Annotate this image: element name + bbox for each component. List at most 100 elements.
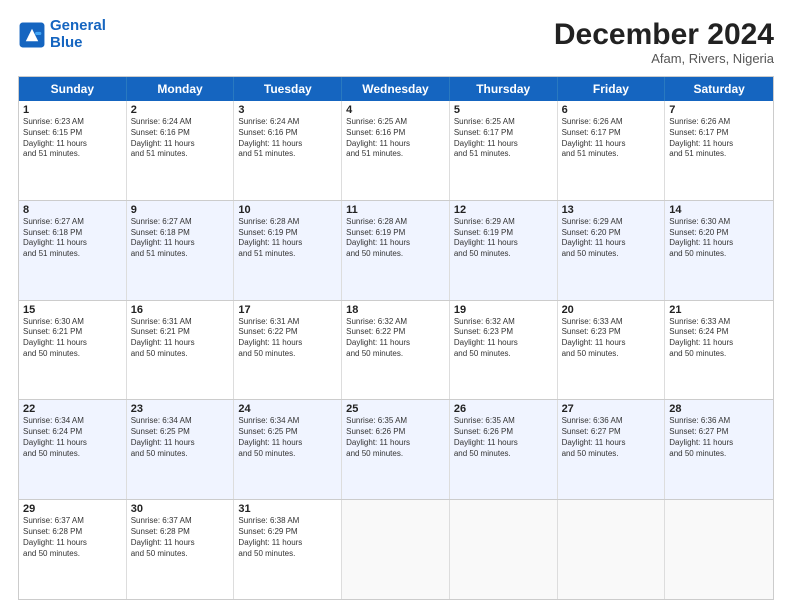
calendar-day-header: Thursday xyxy=(450,77,558,101)
calendar-body: 1Sunrise: 6:23 AM Sunset: 6:15 PM Daylig… xyxy=(19,101,773,599)
day-info: Sunrise: 6:26 AM Sunset: 6:17 PM Dayligh… xyxy=(562,117,661,160)
day-info: Sunrise: 6:34 AM Sunset: 6:25 PM Dayligh… xyxy=(238,416,337,459)
day-info: Sunrise: 6:25 AM Sunset: 6:17 PM Dayligh… xyxy=(454,117,553,160)
day-number: 15 xyxy=(23,304,122,316)
calendar-week: 22Sunrise: 6:34 AM Sunset: 6:24 PM Dayli… xyxy=(19,400,773,500)
page-title: December 2024 xyxy=(554,18,774,51)
logo-line1: General xyxy=(50,17,106,34)
calendar-cell: 5Sunrise: 6:25 AM Sunset: 6:17 PM Daylig… xyxy=(450,101,558,200)
day-info: Sunrise: 6:36 AM Sunset: 6:27 PM Dayligh… xyxy=(562,416,661,459)
day-number: 28 xyxy=(669,403,769,415)
day-info: Sunrise: 6:27 AM Sunset: 6:18 PM Dayligh… xyxy=(131,217,230,260)
logo-text: General Blue xyxy=(50,18,106,51)
day-info: Sunrise: 6:25 AM Sunset: 6:16 PM Dayligh… xyxy=(346,117,445,160)
title-block: December 2024 Afam, Rivers, Nigeria xyxy=(554,18,774,66)
day-info: Sunrise: 6:26 AM Sunset: 6:17 PM Dayligh… xyxy=(669,117,769,160)
calendar-day-header: Tuesday xyxy=(234,77,342,101)
day-info: Sunrise: 6:35 AM Sunset: 6:26 PM Dayligh… xyxy=(346,416,445,459)
page-subtitle: Afam, Rivers, Nigeria xyxy=(554,51,774,66)
calendar-cell: 6Sunrise: 6:26 AM Sunset: 6:17 PM Daylig… xyxy=(558,101,666,200)
day-number: 18 xyxy=(346,304,445,316)
day-info: Sunrise: 6:30 AM Sunset: 6:21 PM Dayligh… xyxy=(23,317,122,360)
calendar-cell: 8Sunrise: 6:27 AM Sunset: 6:18 PM Daylig… xyxy=(19,201,127,300)
day-number: 16 xyxy=(131,304,230,316)
header: General Blue December 2024 Afam, Rivers,… xyxy=(18,18,774,66)
calendar-cell: 26Sunrise: 6:35 AM Sunset: 6:26 PM Dayli… xyxy=(450,400,558,499)
day-info: Sunrise: 6:29 AM Sunset: 6:20 PM Dayligh… xyxy=(562,217,661,260)
calendar-cell: 17Sunrise: 6:31 AM Sunset: 6:22 PM Dayli… xyxy=(234,301,342,400)
day-number: 8 xyxy=(23,204,122,216)
day-number: 13 xyxy=(562,204,661,216)
calendar-cell: 21Sunrise: 6:33 AM Sunset: 6:24 PM Dayli… xyxy=(665,301,773,400)
calendar-day-header: Friday xyxy=(558,77,666,101)
calendar-day-header: Monday xyxy=(127,77,235,101)
calendar-cell: 31Sunrise: 6:38 AM Sunset: 6:29 PM Dayli… xyxy=(234,500,342,599)
page: General Blue December 2024 Afam, Rivers,… xyxy=(0,0,792,612)
logo: General Blue xyxy=(18,18,106,51)
logo-line2: Blue xyxy=(50,34,83,51)
calendar-cell xyxy=(558,500,666,599)
day-info: Sunrise: 6:36 AM Sunset: 6:27 PM Dayligh… xyxy=(669,416,769,459)
calendar-day-header: Saturday xyxy=(665,77,773,101)
calendar-cell: 16Sunrise: 6:31 AM Sunset: 6:21 PM Dayli… xyxy=(127,301,235,400)
day-info: Sunrise: 6:32 AM Sunset: 6:23 PM Dayligh… xyxy=(454,317,553,360)
calendar-cell xyxy=(665,500,773,599)
day-number: 1 xyxy=(23,104,122,116)
calendar-cell: 11Sunrise: 6:28 AM Sunset: 6:19 PM Dayli… xyxy=(342,201,450,300)
day-number: 3 xyxy=(238,104,337,116)
day-info: Sunrise: 6:28 AM Sunset: 6:19 PM Dayligh… xyxy=(238,217,337,260)
calendar-cell: 1Sunrise: 6:23 AM Sunset: 6:15 PM Daylig… xyxy=(19,101,127,200)
calendar-cell: 2Sunrise: 6:24 AM Sunset: 6:16 PM Daylig… xyxy=(127,101,235,200)
calendar-cell: 22Sunrise: 6:34 AM Sunset: 6:24 PM Dayli… xyxy=(19,400,127,499)
day-info: Sunrise: 6:29 AM Sunset: 6:19 PM Dayligh… xyxy=(454,217,553,260)
calendar-week: 29Sunrise: 6:37 AM Sunset: 6:28 PM Dayli… xyxy=(19,500,773,599)
calendar-cell: 20Sunrise: 6:33 AM Sunset: 6:23 PM Dayli… xyxy=(558,301,666,400)
day-number: 7 xyxy=(669,104,769,116)
day-number: 20 xyxy=(562,304,661,316)
calendar: SundayMondayTuesdayWednesdayThursdayFrid… xyxy=(18,76,774,600)
calendar-header: SundayMondayTuesdayWednesdayThursdayFrid… xyxy=(19,77,773,101)
day-number: 11 xyxy=(346,204,445,216)
day-info: Sunrise: 6:37 AM Sunset: 6:28 PM Dayligh… xyxy=(23,516,122,559)
calendar-cell: 30Sunrise: 6:37 AM Sunset: 6:28 PM Dayli… xyxy=(127,500,235,599)
day-info: Sunrise: 6:27 AM Sunset: 6:18 PM Dayligh… xyxy=(23,217,122,260)
calendar-cell: 7Sunrise: 6:26 AM Sunset: 6:17 PM Daylig… xyxy=(665,101,773,200)
day-number: 30 xyxy=(131,503,230,515)
day-info: Sunrise: 6:24 AM Sunset: 6:16 PM Dayligh… xyxy=(131,117,230,160)
calendar-week: 8Sunrise: 6:27 AM Sunset: 6:18 PM Daylig… xyxy=(19,201,773,301)
day-info: Sunrise: 6:35 AM Sunset: 6:26 PM Dayligh… xyxy=(454,416,553,459)
calendar-week: 15Sunrise: 6:30 AM Sunset: 6:21 PM Dayli… xyxy=(19,301,773,401)
calendar-cell: 4Sunrise: 6:25 AM Sunset: 6:16 PM Daylig… xyxy=(342,101,450,200)
day-number: 10 xyxy=(238,204,337,216)
calendar-cell: 15Sunrise: 6:30 AM Sunset: 6:21 PM Dayli… xyxy=(19,301,127,400)
day-info: Sunrise: 6:24 AM Sunset: 6:16 PM Dayligh… xyxy=(238,117,337,160)
day-number: 24 xyxy=(238,403,337,415)
day-number: 23 xyxy=(131,403,230,415)
calendar-cell xyxy=(450,500,558,599)
day-info: Sunrise: 6:31 AM Sunset: 6:22 PM Dayligh… xyxy=(238,317,337,360)
day-info: Sunrise: 6:34 AM Sunset: 6:24 PM Dayligh… xyxy=(23,416,122,459)
calendar-cell: 13Sunrise: 6:29 AM Sunset: 6:20 PM Dayli… xyxy=(558,201,666,300)
calendar-cell: 18Sunrise: 6:32 AM Sunset: 6:22 PM Dayli… xyxy=(342,301,450,400)
day-info: Sunrise: 6:33 AM Sunset: 6:24 PM Dayligh… xyxy=(669,317,769,360)
day-number: 21 xyxy=(669,304,769,316)
day-info: Sunrise: 6:30 AM Sunset: 6:20 PM Dayligh… xyxy=(669,217,769,260)
calendar-cell: 23Sunrise: 6:34 AM Sunset: 6:25 PM Dayli… xyxy=(127,400,235,499)
calendar-cell: 19Sunrise: 6:32 AM Sunset: 6:23 PM Dayli… xyxy=(450,301,558,400)
calendar-cell: 25Sunrise: 6:35 AM Sunset: 6:26 PM Dayli… xyxy=(342,400,450,499)
calendar-cell: 12Sunrise: 6:29 AM Sunset: 6:19 PM Dayli… xyxy=(450,201,558,300)
day-number: 4 xyxy=(346,104,445,116)
logo-icon xyxy=(18,21,46,49)
day-number: 31 xyxy=(238,503,337,515)
calendar-day-header: Wednesday xyxy=(342,77,450,101)
day-number: 22 xyxy=(23,403,122,415)
day-number: 5 xyxy=(454,104,553,116)
calendar-cell: 10Sunrise: 6:28 AM Sunset: 6:19 PM Dayli… xyxy=(234,201,342,300)
day-info: Sunrise: 6:37 AM Sunset: 6:28 PM Dayligh… xyxy=(131,516,230,559)
day-number: 26 xyxy=(454,403,553,415)
day-number: 29 xyxy=(23,503,122,515)
day-info: Sunrise: 6:32 AM Sunset: 6:22 PM Dayligh… xyxy=(346,317,445,360)
day-number: 9 xyxy=(131,204,230,216)
day-number: 27 xyxy=(562,403,661,415)
day-number: 19 xyxy=(454,304,553,316)
